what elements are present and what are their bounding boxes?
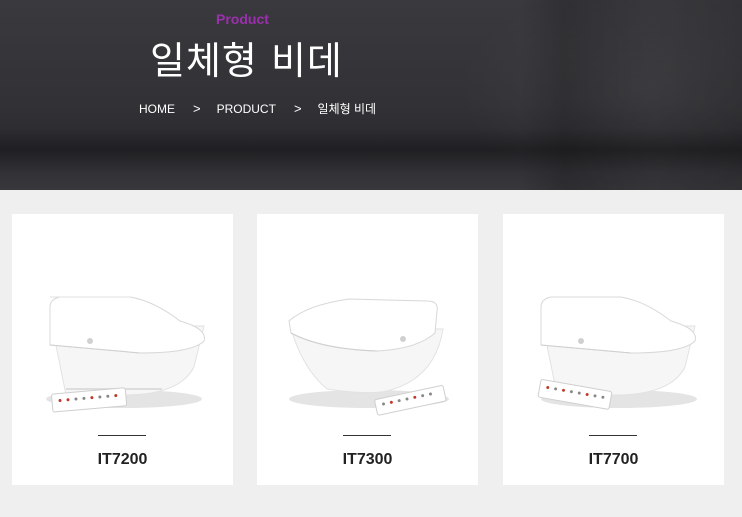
divider-line bbox=[98, 435, 146, 436]
hero-background-floor bbox=[0, 128, 742, 173]
chevron-right-icon: > bbox=[193, 101, 201, 116]
breadcrumb: HOME > PRODUCT > 일체형 비데 bbox=[139, 100, 376, 117]
product-name[interactable]: IT7700 bbox=[503, 451, 724, 469]
product-image-it7300[interactable] bbox=[257, 249, 478, 439]
product-card-it7700[interactable]: IT7700 bbox=[503, 214, 724, 485]
breadcrumb-home[interactable]: HOME bbox=[139, 102, 175, 116]
product-card-it7200[interactable]: IT7200 bbox=[12, 214, 233, 485]
product-name[interactable]: IT7300 bbox=[257, 451, 478, 469]
product-name[interactable]: IT7200 bbox=[12, 451, 233, 469]
section-eyebrow: Product bbox=[216, 11, 269, 27]
page-hero-banner: Product 일체형 비데 HOME > PRODUCT > 일체형 비데 bbox=[0, 0, 742, 190]
product-image-it7700[interactable] bbox=[503, 249, 724, 439]
product-image-it7200[interactable] bbox=[12, 249, 233, 439]
product-card-it7300[interactable]: IT7300 bbox=[257, 214, 478, 485]
product-grid: IT7200 IT7300 IT7700 bbox=[12, 214, 732, 485]
divider-line bbox=[343, 435, 391, 436]
breadcrumb-current: 일체형 비데 bbox=[317, 102, 377, 116]
breadcrumb-product[interactable]: PRODUCT bbox=[217, 102, 276, 116]
page-title: 일체형 비데 bbox=[150, 39, 343, 83]
chevron-right-icon: > bbox=[293, 101, 302, 116]
divider-line bbox=[589, 435, 637, 436]
